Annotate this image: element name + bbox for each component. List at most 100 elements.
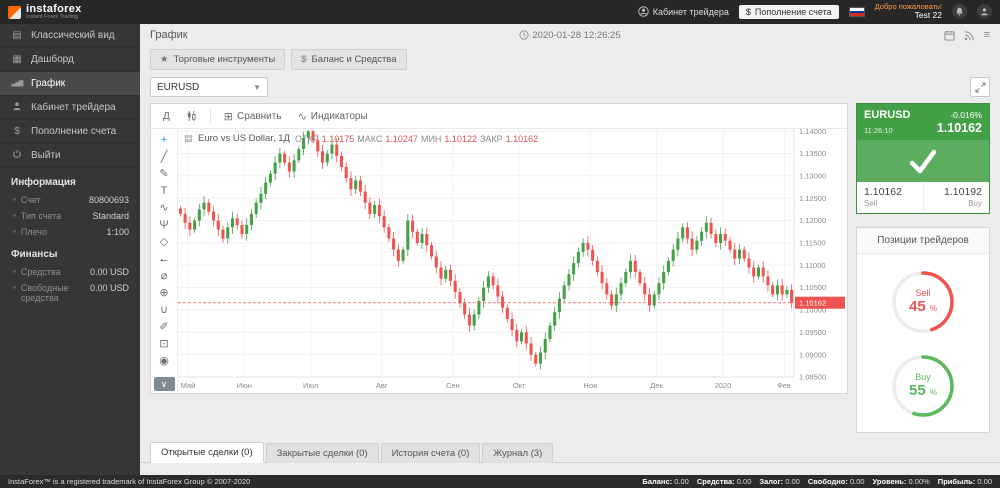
trading-instruments-button[interactable]: ★ Торговые инструменты bbox=[150, 49, 285, 70]
trader-cabinet-link[interactable]: Кабинет трейдера bbox=[638, 6, 729, 17]
tab-open-trades[interactable]: Открытые сделки (0) bbox=[150, 442, 264, 463]
sell-percent: 45 bbox=[909, 298, 926, 315]
chart-plot-area[interactable]: ▤ Euro vs US Dollar, 1Д ОТКР1.10175 МАКС… bbox=[178, 129, 847, 393]
chart-toolbar: Д ⊞ Сравнить ∿ Индикаторы bbox=[151, 104, 847, 129]
text-tool-icon[interactable]: T bbox=[154, 182, 175, 199]
more-tools-button[interactable]: ∨ bbox=[154, 377, 175, 391]
svg-text:1.13000: 1.13000 bbox=[799, 172, 826, 181]
traders-positions-panel: Позиции трейдеров Sell 45 % bbox=[856, 227, 990, 433]
balance-funds-label: Баланс и Средства bbox=[312, 54, 397, 65]
interval-button[interactable]: Д bbox=[157, 109, 176, 124]
quote-symbol: EURUSD bbox=[864, 109, 910, 121]
svg-text:1.11500: 1.11500 bbox=[799, 239, 826, 248]
crosshair-tool-icon[interactable]: + bbox=[154, 131, 175, 148]
high-value: 1.10247 bbox=[385, 134, 418, 144]
finance-section-header: Финансы bbox=[0, 240, 140, 264]
sidebar-item-label: Кабинет трейдера bbox=[31, 102, 116, 113]
draw-mode-tool-icon[interactable]: ✐ bbox=[154, 318, 175, 335]
shapes-tool-icon[interactable]: ◇ bbox=[154, 233, 175, 250]
svg-text:1.12500: 1.12500 bbox=[799, 194, 826, 203]
tab-account-history[interactable]: История счета (0) bbox=[381, 443, 481, 463]
clock-icon bbox=[519, 30, 529, 40]
compare-label: Сравнить bbox=[237, 111, 282, 122]
buy-price: 1.10192 bbox=[931, 186, 983, 198]
low-value: 1.10122 bbox=[444, 134, 477, 144]
sidebar-item-logout[interactable]: Выйти bbox=[0, 144, 140, 168]
person-icon bbox=[11, 101, 23, 114]
deposit-label: Пополнение счета bbox=[755, 7, 832, 17]
symbol-select[interactable]: EURUSD ▼ bbox=[150, 77, 268, 97]
bullet-icon: ▪ bbox=[13, 283, 16, 303]
compare-button[interactable]: ⊞ Сравнить bbox=[218, 108, 288, 125]
calendar-icon[interactable] bbox=[944, 30, 955, 41]
close-value: 1.10162 bbox=[506, 134, 539, 144]
arrow-tool-icon[interactable]: ← bbox=[154, 250, 175, 267]
sidebar-item-trader-cabinet[interactable]: Кабинет трейдера bbox=[0, 96, 140, 120]
sidebar-item-chart[interactable]: ▃▅▇ График bbox=[0, 72, 140, 96]
sidebar-item-label: Дашборд bbox=[31, 54, 74, 65]
language-flag-ru[interactable] bbox=[849, 7, 865, 17]
pitchfork-tool-icon[interactable]: Ψ bbox=[154, 216, 175, 233]
lock-tool-icon[interactable]: ⊡ bbox=[154, 335, 175, 352]
wave-pattern-tool-icon[interactable]: ∿ bbox=[154, 199, 175, 216]
dollar-icon: $ bbox=[11, 126, 23, 137]
svg-text:1.10162: 1.10162 bbox=[799, 299, 826, 308]
buy-quote-button[interactable]: 1.10192 Buy bbox=[923, 182, 990, 213]
footer-stats: Баланс: 0.00 Средства: 0.00 Залог: 0.00 … bbox=[642, 477, 992, 486]
user-icon bbox=[980, 7, 989, 16]
instaforex-logo[interactable]: instaforex Instant Forex Trading bbox=[8, 4, 82, 21]
zoom-tool-icon[interactable]: ⊕ bbox=[154, 284, 175, 301]
page-title: График bbox=[150, 29, 188, 41]
dollar-icon: $ bbox=[746, 7, 751, 17]
quote-price: 1.10162 bbox=[937, 121, 982, 135]
user-avatar-button[interactable] bbox=[977, 4, 992, 19]
buy-donut: Buy 55 % bbox=[887, 350, 959, 422]
menu-icon[interactable]: ≡ bbox=[984, 29, 990, 41]
finance-row-free-margin: ▪Свободные средства 0.00 USD bbox=[0, 280, 140, 306]
buy-percent: 55 bbox=[909, 382, 926, 399]
dashboard-icon: ▦ bbox=[11, 54, 23, 65]
info-row-leverage: ▪Плечо 1:100 bbox=[0, 224, 140, 240]
trading-instruments-label: Торговые инструменты bbox=[174, 54, 276, 65]
bullet-icon: ▪ bbox=[13, 227, 16, 237]
brush-tool-icon[interactable]: ✎ bbox=[154, 165, 175, 182]
magnet-tool-icon[interactable]: ∪ bbox=[154, 301, 175, 318]
info-row-account: ▪Счет 80800693 bbox=[0, 192, 140, 208]
trendline-tool-icon[interactable]: ╱ bbox=[154, 148, 175, 165]
sell-quote-button[interactable]: 1.10162 Sell bbox=[857, 182, 923, 213]
sell-label: Sell bbox=[864, 199, 916, 208]
svg-text:Окт: Окт bbox=[513, 381, 526, 390]
balance-funds-button[interactable]: $ Баланс и Средства bbox=[291, 49, 406, 70]
legend-ohlc: ОТКР1.10175 МАКС1.10247 МИН1.10122 ЗАКР1… bbox=[295, 134, 538, 144]
chart-type-button[interactable] bbox=[180, 108, 203, 124]
measure-tool-icon[interactable]: ⌀ bbox=[154, 267, 175, 284]
sell-donut: Sell 45 % bbox=[887, 266, 959, 338]
fullscreen-button[interactable] bbox=[970, 77, 990, 97]
deposit-button[interactable]: $ Пополнение счета bbox=[739, 5, 839, 19]
indicators-button[interactable]: ∿ Индикаторы bbox=[292, 108, 374, 125]
rss-icon[interactable] bbox=[964, 30, 975, 41]
bottom-tabs-bar: Открытые сделки (0) Закрытые сделки (0) … bbox=[140, 442, 1000, 463]
sidebar-item-dashboard[interactable]: ▦ Дашборд bbox=[0, 48, 140, 72]
candlestick-chart[interactable]: 1.140001.135001.130001.125001.120001.115… bbox=[178, 129, 846, 393]
legend-menu-icon[interactable]: ▤ bbox=[184, 133, 193, 144]
logo-icon bbox=[8, 6, 21, 19]
username: Test 22 bbox=[875, 11, 942, 21]
notifications-button[interactable] bbox=[952, 4, 967, 19]
eye-tool-icon[interactable]: ◉ bbox=[154, 352, 175, 369]
tab-closed-trades[interactable]: Закрытые сделки (0) bbox=[266, 443, 379, 463]
equity-value: 0.00 USD bbox=[90, 267, 129, 277]
compare-icon: ⊞ bbox=[224, 110, 233, 123]
symbol-select-value: EURUSD bbox=[157, 82, 199, 93]
quote-card-eurusd[interactable]: EURUSD -0.016% 11:26:10 1.10162 1.10162 … bbox=[856, 103, 990, 214]
tab-journal[interactable]: Журнал (3) bbox=[482, 443, 553, 463]
chart-card: Д ⊞ Сравнить ∿ Индикаторы +╱✎T∿Ψ◇←⌀⊕∪✐⊡◉… bbox=[150, 103, 848, 394]
indicators-icon: ∿ bbox=[298, 110, 307, 123]
open-value: 1.10175 bbox=[322, 134, 355, 144]
copyright-text: InstaForex™ is a registered trademark of… bbox=[8, 477, 250, 486]
power-icon bbox=[11, 149, 23, 162]
svg-text:1.09000: 1.09000 bbox=[799, 350, 826, 359]
sidebar-item-classic-view[interactable]: ▤ Классический вид bbox=[0, 24, 140, 48]
sidebar-item-deposit[interactable]: $ Пополнение счета bbox=[0, 120, 140, 144]
svg-text:1.09500: 1.09500 bbox=[799, 328, 826, 337]
